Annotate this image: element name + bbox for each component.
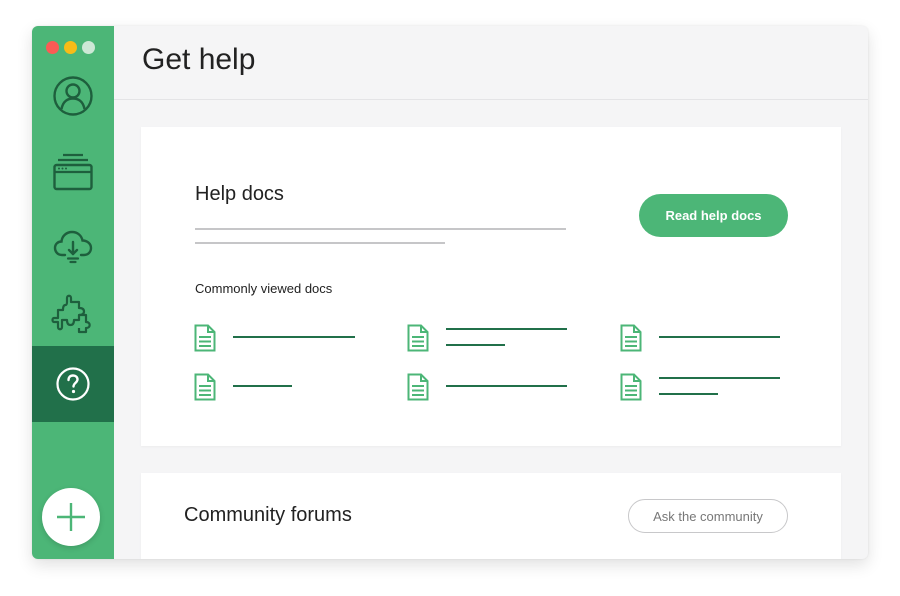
browser-stack-icon [53,153,93,191]
ask-community-button[interactable]: Ask the community [628,499,788,533]
document-icon [194,324,216,352]
minimize-window-button[interactable] [64,41,77,54]
community-forums-title: Community forums [184,504,352,526]
sidebar-item-profile[interactable] [32,58,114,134]
community-forums-card: Community forums Ask the community [141,473,841,559]
doc-title-placeholder [446,328,567,330]
description-placeholder-line [195,228,566,230]
document-icon [620,373,642,401]
commonly-viewed-label: Commonly viewed docs [195,281,333,296]
document-icon [194,373,216,401]
doc-title-placeholder [659,377,780,379]
plus-icon [57,503,85,531]
read-help-docs-button[interactable]: Read help docs [639,194,788,237]
doc-title-placeholder [446,344,505,346]
add-button[interactable] [42,488,100,546]
sidebar [32,26,114,559]
sidebar-item-cloud[interactable] [32,206,114,282]
document-icon [620,324,642,352]
user-circle-icon [53,76,93,116]
close-window-button[interactable] [46,41,59,54]
doc-title-placeholder [233,336,355,338]
doc-title-placeholder [659,336,780,338]
help-docs-card: Help docs Read help docs Commonly viewed… [141,127,841,446]
cloud-download-icon [53,230,93,264]
app-window: Get help Help docs Read help docs Common… [32,26,868,559]
sidebar-item-extensions[interactable] [32,276,114,352]
zoom-window-button[interactable] [82,41,95,54]
main-content: Get help Help docs Read help docs Common… [114,26,868,559]
puzzle-icon [51,294,91,334]
help-docs-title: Help docs [195,183,284,205]
doc-title-placeholder [446,385,567,387]
sidebar-item-apps[interactable] [32,134,114,210]
page-title: Get help [142,43,256,76]
description-placeholder-line [195,242,445,244]
doc-title-placeholder [233,385,292,387]
question-circle-icon [56,367,90,401]
document-icon [407,324,429,352]
document-icon [407,373,429,401]
doc-title-placeholder [659,393,718,395]
page-header: Get help [114,26,868,100]
sidebar-item-help[interactable] [32,346,114,422]
window-controls [46,41,95,54]
